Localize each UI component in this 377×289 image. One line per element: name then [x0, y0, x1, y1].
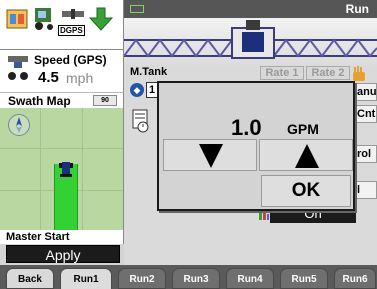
tab-run5[interactable]: Run5: [280, 268, 328, 289]
gps-icon[interactable]: DGPS: [58, 5, 86, 39]
rate-dialog: 1.0 GPM OK: [157, 81, 355, 211]
gps-label: DGPS: [58, 25, 85, 36]
up-triangle-icon: [295, 144, 319, 168]
bottom-tab-bar: Back Run1 Run2 Run3 Run4 Run5 Run6: [0, 265, 377, 289]
count-tab[interactable]: Cnt: [353, 105, 377, 123]
top-icon-bar: DGPS: [0, 0, 124, 50]
rate2-tab[interactable]: Rate 2: [306, 66, 350, 80]
display-screen: DGPS Speed (GPS) 4.5 mph Swath Map 90 Ma…: [0, 0, 377, 289]
master-start-label: Master Start: [0, 230, 124, 244]
side-tab[interactable]: l: [353, 181, 377, 199]
zoom-button[interactable]: 90: [93, 95, 117, 106]
tab-run2[interactable]: Run2: [118, 268, 166, 289]
tab-run4[interactable]: Run4: [226, 268, 274, 289]
tab-run1[interactable]: Run1: [60, 268, 112, 289]
rate1-tab[interactable]: Rate 1: [260, 66, 304, 80]
back-tab[interactable]: Back: [6, 268, 54, 289]
grid-line: [0, 148, 123, 149]
compass-icon[interactable]: [8, 114, 30, 136]
speed-unit: mph: [66, 70, 94, 86]
decrease-button[interactable]: [163, 139, 257, 171]
boom-icon: [123, 20, 377, 59]
tab-run6[interactable]: Run6: [334, 268, 376, 289]
product-label: M.Tank: [130, 66, 168, 78]
rate-value: 1.0: [231, 115, 262, 140]
increase-button[interactable]: [259, 139, 353, 171]
down-triangle-icon: [199, 144, 223, 168]
battery-icon: [130, 5, 144, 13]
log-icon[interactable]: [132, 109, 150, 133]
speed-panel: Speed (GPS) 4.5 mph: [0, 50, 124, 92]
manual-hand-icon[interactable]: [350, 66, 368, 82]
gps-speed-icon: [8, 56, 28, 80]
apply-button[interactable]: Apply: [6, 245, 120, 263]
manual-tab[interactable]: anu: [353, 83, 377, 101]
rate-unit: GPM: [287, 121, 319, 137]
grid-line: [40, 108, 41, 230]
down-arrow-icon[interactable]: [88, 6, 114, 32]
vehicle-icon: [59, 162, 73, 177]
boom-display: [123, 18, 377, 65]
tank-indicator-icon: ◆: [130, 83, 144, 97]
status-bar: Run: [124, 0, 377, 18]
speed-value: 4.5: [38, 69, 59, 86]
tab-run3[interactable]: Run3: [172, 268, 220, 289]
ok-button[interactable]: OK: [261, 175, 351, 207]
swath-map-header: Swath Map 90: [0, 92, 124, 108]
swath-map[interactable]: [0, 108, 124, 230]
run-title: Run: [345, 2, 369, 16]
speed-label: Speed (GPS): [34, 53, 107, 67]
swath-map-title: Swath Map: [8, 94, 71, 108]
field-setup-icon[interactable]: [5, 6, 29, 32]
grid-line: [82, 108, 83, 230]
tractor-icon[interactable]: [32, 6, 56, 32]
control-tab[interactable]: rol: [353, 145, 377, 163]
